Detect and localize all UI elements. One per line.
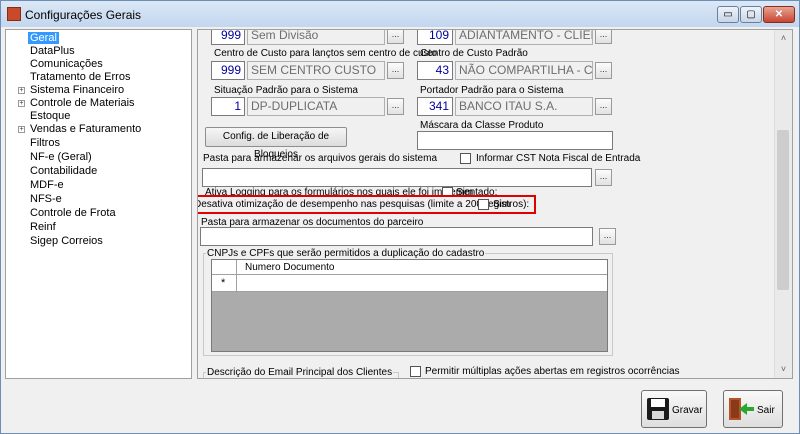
settings-panel: 999 Sem Divisão ... 109 ADIANTAMENTO - C… <box>197 29 793 379</box>
adiantamento-lookup-button[interactable]: ... <box>595 30 612 44</box>
config-window: Configurações Gerais ▭ ▢ ✕ Geral DataPlu… <box>0 0 800 434</box>
close-button[interactable]: ✕ <box>763 6 795 23</box>
cnpj-group-label: CNPJs e CPFs que serão permitidos a dupl… <box>206 248 486 259</box>
divisao-code-field[interactable]: 999 <box>211 30 245 45</box>
grid-new-row[interactable]: * <box>212 275 607 292</box>
cc-padrao-label: Centro de Custo Padrão <box>420 48 528 59</box>
tree-item-controle-frota[interactable]: Controle de Frota <box>28 207 118 220</box>
expand-icon[interactable]: + <box>18 126 25 133</box>
desativa-otimizacao-sim-label: Sim <box>493 199 511 210</box>
config-liberacao-button[interactable]: Config. de Liberação de Bloqueios <box>205 127 347 160</box>
tree-item-tratamento-erros[interactable]: Tratamento de Erros <box>28 71 132 84</box>
tree-item-controle-materiais[interactable]: + Controle de Materiais <box>18 97 137 110</box>
situacao-label: Situação Padrão para o Sistema <box>214 85 358 96</box>
tree-item-nfe-geral[interactable]: NF-e (Geral) <box>28 151 94 164</box>
situacao-lookup-button[interactable]: ... <box>387 98 404 115</box>
window-title: Configurações Gerais <box>25 8 142 22</box>
cc-sem-centro-code-field[interactable]: 999 <box>211 61 245 80</box>
vertical-scrollbar[interactable]: ˄ ˅ <box>774 30 792 378</box>
gravar-button[interactable]: Gravar <box>641 390 707 428</box>
multiplas-acoes-label: Permitir múltiplas ações abertas em regi… <box>425 366 680 377</box>
tree-item-sistema-financeiro[interactable]: + Sistema Financeiro <box>18 84 126 97</box>
tree-item-nfse[interactable]: NFS-e <box>28 193 64 206</box>
save-disk-icon <box>647 398 669 420</box>
minimize-button[interactable]: ▭ <box>717 6 739 23</box>
mascara-label: Máscara da Classe Produto <box>420 120 544 131</box>
pasta-parceiro-input[interactable] <box>200 227 593 246</box>
email-label: Descrição do Email Principal dos Cliente… <box>206 367 394 378</box>
cc-sem-centro-label: Centro de Custo para lançtos sem centro … <box>214 48 437 59</box>
grid-header-numero-documento: Numero Documento <box>245 262 335 273</box>
divisao-lookup-button[interactable]: ... <box>387 30 404 44</box>
tree-item-contabilidade[interactable]: Contabilidade <box>28 165 99 178</box>
exit-door-icon <box>729 398 754 420</box>
sair-button[interactable]: Sair <box>723 390 783 428</box>
grid-row-marker: * <box>221 277 226 289</box>
cc-padrao-code-field[interactable]: 43 <box>417 61 453 80</box>
tree-item-reinf[interactable]: Reinf <box>28 221 58 234</box>
situacao-code-field[interactable]: 1 <box>211 97 245 116</box>
multiplas-acoes-checkbox[interactable] <box>410 366 421 377</box>
scroll-up-icon[interactable]: ˄ <box>775 30 792 47</box>
situacao-desc-field: DP-DUPLICATA <box>247 97 385 116</box>
tree-item-geral[interactable]: Geral <box>28 32 59 45</box>
tree-item-filtros[interactable]: Filtros <box>28 137 62 150</box>
adiantamento-code-field[interactable]: 109 <box>417 30 453 45</box>
maximize-button[interactable]: ▢ <box>740 6 762 23</box>
tree-item-comunicacoes[interactable]: Comunicações <box>28 58 105 71</box>
desativa-otimizacao-checkbox[interactable] <box>478 199 489 210</box>
tree-item-dataplus[interactable]: DataPlus <box>28 45 77 58</box>
divisao-desc-field: Sem Divisão <box>247 30 385 45</box>
settings-tree[interactable]: Geral DataPlus Comunicações Tratamento d… <box>5 29 192 379</box>
grid-header: Numero Documento <box>212 260 607 275</box>
portador-desc-field: BANCO ITAU S.A. <box>455 97 593 116</box>
portador-lookup-button[interactable]: ... <box>595 98 612 115</box>
cnpj-grid[interactable]: Numero Documento * <box>211 259 608 352</box>
informar-cst-label: Informar CST Nota Fiscal de Entrada <box>476 153 641 164</box>
expand-icon[interactable]: + <box>18 87 25 94</box>
mascara-input[interactable] <box>417 131 613 150</box>
second-bottom-checkbox[interactable] <box>410 378 421 379</box>
app-icon <box>7 7 21 21</box>
expand-icon[interactable]: + <box>18 100 25 107</box>
pasta-arquivos-label: Pasta para armazenar os arquivos gerais … <box>203 153 438 164</box>
tree-item-mdfe[interactable]: MDF-e <box>28 179 66 192</box>
scroll-down-icon[interactable]: ˅ <box>775 361 792 378</box>
cc-padrao-desc-field: NÃO COMPARTILHA - CENT <box>455 61 593 80</box>
tree-item-estoque[interactable]: Estoque <box>28 110 72 123</box>
adiantamento-desc-field: ADIANTAMENTO - CLIENTE <box>455 30 593 45</box>
portador-code-field[interactable]: 341 <box>417 97 453 116</box>
pasta-parceiro-browse-button[interactable]: ... <box>599 228 616 245</box>
cc-padrao-lookup-button[interactable]: ... <box>595 62 612 79</box>
portador-label: Portador Padrão para o Sistema <box>420 85 564 96</box>
pasta-arquivos-browse-button[interactable]: ... <box>595 169 612 186</box>
title-bar: Configurações Gerais ▭ ▢ ✕ <box>1 1 799 27</box>
pasta-arquivos-input[interactable] <box>202 168 592 187</box>
scroll-thumb[interactable] <box>777 130 789 290</box>
cc-sem-centro-lookup-button[interactable]: ... <box>387 62 404 79</box>
gravar-label: Gravar <box>672 405 703 416</box>
cc-sem-centro-desc-field: SEM CENTRO CUSTO <box>247 61 385 80</box>
sair-label: Sair <box>757 405 775 416</box>
tree-item-sigep-correios[interactable]: Sigep Correios <box>28 235 105 248</box>
informar-cst-checkbox[interactable] <box>460 153 471 164</box>
tree-item-vendas-faturamento[interactable]: + Vendas e Faturamento <box>18 123 143 136</box>
